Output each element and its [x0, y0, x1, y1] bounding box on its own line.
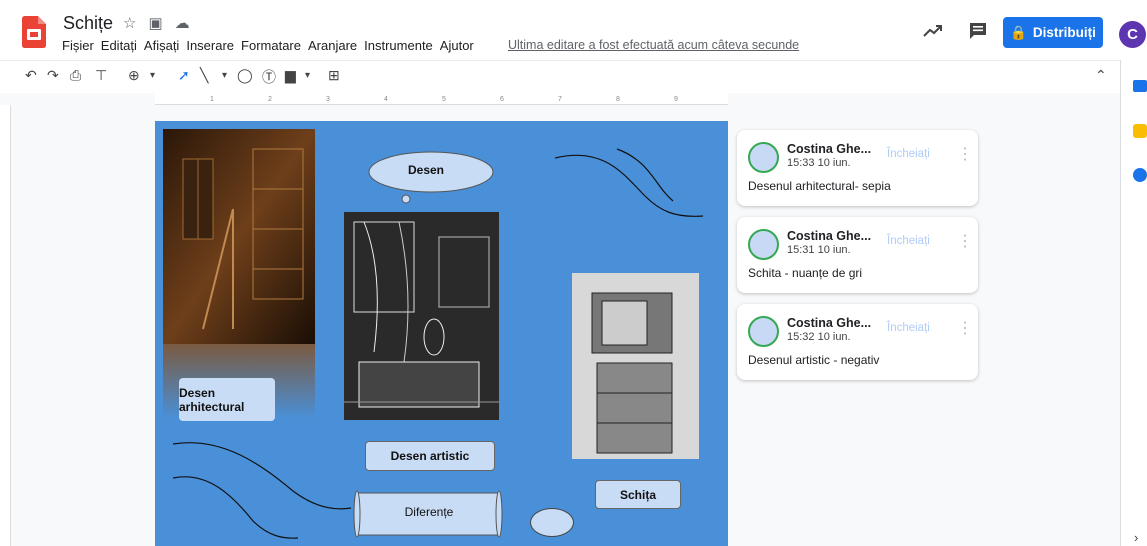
lock-icon: 🔒 — [1010, 24, 1027, 40]
wave-line-bottom[interactable] — [173, 436, 353, 546]
toolbar: ↶ ↷ ⎙ ⊤ ⊕ ▾ ➚ ╲ ▾ ◯ Ⓣ ▆ ▾ ⊞ ⌃ — [0, 60, 1120, 93]
expand-panel-icon[interactable]: › — [1134, 530, 1138, 545]
more-options-icon[interactable]: ⋮ — [957, 144, 973, 164]
zoom-icon[interactable]: ⊕ — [128, 67, 140, 84]
commenter-avatar — [748, 229, 779, 260]
last-edit-link[interactable]: Ultima editare a fost efectuată acum cât… — [508, 38, 799, 52]
cloud-status-icon[interactable]: ☁ — [175, 14, 190, 32]
keep-icon[interactable] — [1133, 124, 1147, 138]
menu-insert[interactable]: Inserare — [186, 38, 234, 53]
cloud-label: Desen — [407, 163, 445, 177]
paint-format-icon[interactable]: ⊤ — [95, 67, 107, 84]
share-button[interactable]: 🔒 Distribuiți — [1003, 17, 1103, 48]
tasks-icon[interactable] — [1133, 168, 1147, 182]
pencil-sketch-image[interactable] — [572, 273, 699, 459]
svg-text:6: 6 — [500, 96, 504, 103]
comment-text: Desenul artistic - negativ — [748, 353, 880, 367]
resolve-button[interactable]: Încheiați — [887, 322, 930, 334]
menu-help[interactable]: Ajutor — [440, 38, 474, 53]
comment-history-icon[interactable] — [968, 21, 988, 41]
comment-time: 15:31 10 iun. — [787, 244, 851, 256]
share-label: Distribuiți — [1032, 25, 1096, 40]
sketch-label-box[interactable]: Schița — [595, 480, 681, 509]
comment-time: 15:32 10 iun. — [787, 331, 851, 343]
svg-text:4: 4 — [384, 96, 388, 103]
select-arrow-icon[interactable]: ➚ — [178, 67, 190, 84]
undo-icon[interactable]: ↶ — [25, 67, 37, 84]
svg-text:8: 8 — [616, 96, 620, 103]
vertical-ruler — [0, 105, 11, 546]
app-header: Schițe ☆ ▣ ☁ Fișier Editați Afișați Inse… — [0, 0, 1147, 60]
sepia-architecture-image[interactable] — [163, 129, 315, 419]
svg-text:2: 2 — [268, 96, 272, 103]
print-icon[interactable]: ⎙ — [70, 67, 81, 84]
line-dropdown-icon[interactable]: ▾ — [222, 70, 227, 81]
move-folder-icon[interactable]: ▣ — [148, 14, 162, 32]
scroll-label: Diferențe — [404, 505, 454, 519]
artistic-label: Desen artistic — [390, 449, 470, 463]
resolve-button[interactable]: Încheiați — [887, 235, 930, 247]
star-icon[interactable]: ☆ — [123, 14, 136, 32]
comment-time: 15:33 10 iun. — [787, 157, 851, 169]
comment-text: Schita - nuanțe de gri — [748, 266, 863, 280]
textbox-icon[interactable]: Ⓣ — [262, 67, 276, 87]
commenter-avatar — [748, 316, 779, 347]
horizontal-ruler: 1 2 3 4 5 6 7 8 9 — [155, 93, 728, 105]
comment-card[interactable]: Costina Ghe... 15:31 10 iun. Încheiați ⋮… — [737, 217, 978, 293]
shape-tool-icon[interactable]: ◯ — [237, 67, 253, 84]
user-avatar[interactable]: C — [1119, 21, 1146, 48]
ellipse-shape[interactable] — [530, 508, 574, 537]
menu-edit[interactable]: Editați — [101, 38, 137, 53]
slides-logo-icon[interactable] — [22, 16, 46, 48]
side-panel: › — [1120, 60, 1147, 546]
negative-artistic-image[interactable] — [344, 212, 499, 420]
menu-view[interactable]: Afișați — [144, 38, 179, 53]
comment-text: Desenul arhitectural- sepia — [748, 179, 891, 193]
comment-card[interactable]: Costina Ghe... 15:32 10 iun. Încheiați ⋮… — [737, 304, 978, 380]
image-icon[interactable]: ▆ — [285, 67, 296, 84]
menu-tools[interactable]: Instrumente — [364, 38, 433, 53]
commenter-avatar — [748, 142, 779, 173]
collapse-toolbar-icon[interactable]: ⌃ — [1095, 67, 1107, 84]
svg-text:1: 1 — [210, 96, 214, 103]
line-tool-icon[interactable]: ╲ — [200, 67, 208, 84]
activity-trend-icon[interactable] — [922, 22, 944, 40]
more-options-icon[interactable]: ⋮ — [957, 318, 973, 338]
menu-arrange[interactable]: Aranjare — [308, 38, 357, 53]
resolve-button[interactable]: Încheiați — [887, 148, 930, 160]
document-title[interactable]: Schițe — [63, 13, 113, 34]
svg-text:7: 7 — [558, 96, 562, 103]
arch-label: Desen arhitectural — [179, 385, 245, 414]
comment-card[interactable]: Costina Ghe... 15:33 10 iun. Încheiați ⋮… — [737, 130, 978, 206]
image-dropdown-icon[interactable]: ▾ — [305, 70, 310, 81]
svg-text:5: 5 — [442, 96, 446, 103]
menu-file[interactable]: Fișier — [62, 38, 94, 53]
sketch-label: Schița — [619, 487, 656, 502]
zoom-dropdown-icon[interactable]: ▾ — [150, 70, 155, 81]
more-options-icon[interactable]: ⋮ — [957, 231, 973, 251]
calendar-icon[interactable] — [1133, 80, 1147, 92]
artistic-label-box[interactable]: Desen artistic — [365, 441, 495, 471]
svg-text:9: 9 — [674, 96, 678, 103]
add-comment-icon[interactable]: ⊞ — [328, 67, 340, 84]
menu-format[interactable]: Formatare — [241, 38, 301, 53]
comment-author: Costina Ghe... — [787, 316, 872, 330]
redo-icon[interactable]: ↷ — [47, 67, 59, 84]
comment-author: Costina Ghe... — [787, 142, 872, 156]
svg-text:3: 3 — [326, 96, 330, 103]
comment-author: Costina Ghe... — [787, 229, 872, 243]
menu-bar: Fișier Editați Afișați Inserare Formatar… — [62, 38, 474, 53]
arch-label-box[interactable]: Desen arhitectural — [179, 378, 275, 421]
wave-line-top[interactable] — [555, 146, 705, 221]
slide-canvas[interactable]: Desen arhitectural Desen Desen artistic — [155, 121, 728, 546]
